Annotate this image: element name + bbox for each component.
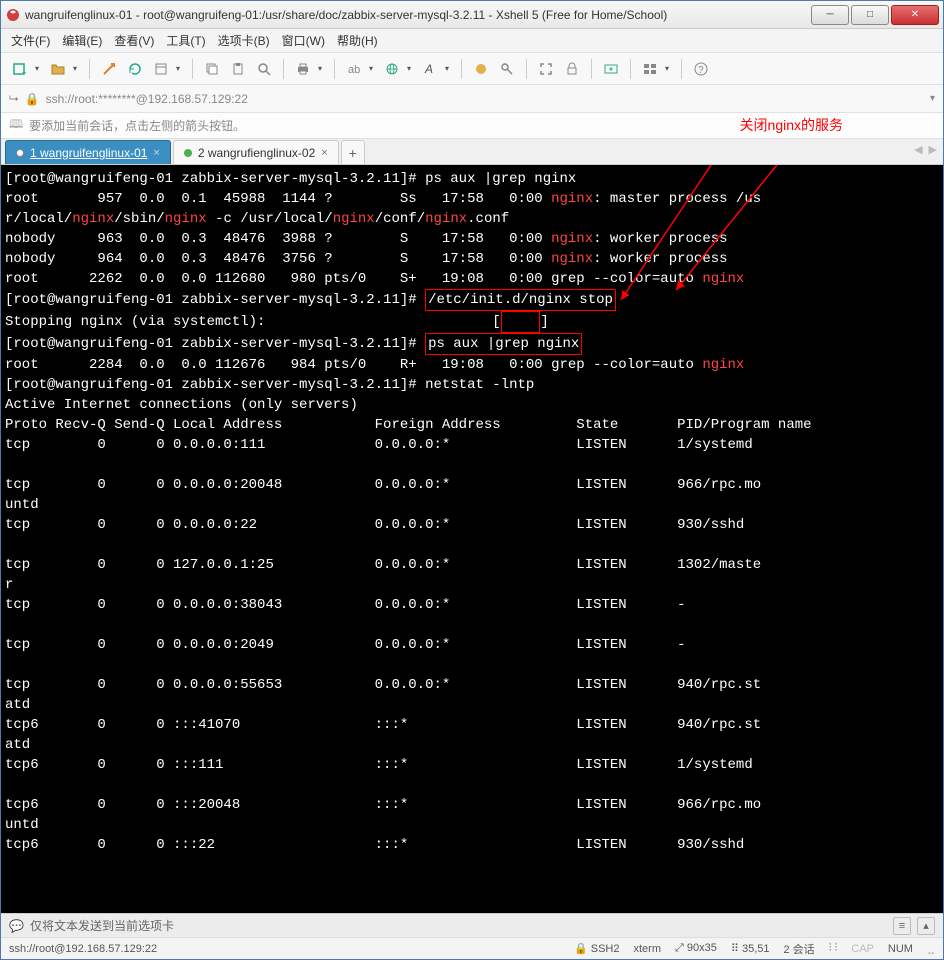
compose-icon[interactable]: 💬	[9, 919, 24, 933]
lock-icon[interactable]	[561, 58, 583, 80]
terminal-output[interactable]: [root@wangruifeng-01 zabbix-server-mysql…	[1, 165, 943, 913]
status-bar: ssh://root@192.168.57.129:22 🔒 SSH2 xter…	[1, 937, 943, 959]
info-bar: 🕮 要添加当前会话，点击左侧的箭头按钮。 关闭nginx的服务	[1, 113, 943, 139]
font-icon[interactable]: ab	[343, 58, 365, 80]
layout-icon[interactable]	[639, 58, 661, 80]
status-connection: ssh://root@192.168.57.129:22	[9, 943, 157, 955]
menu-file[interactable]: 文件(F)	[11, 32, 50, 49]
status-ssh: 🔒 SSH2	[574, 942, 620, 955]
tab-nav: ◀ ▶	[914, 143, 937, 156]
maximize-button[interactable]: □	[851, 5, 889, 25]
compose-expand-icon[interactable]: ▴	[917, 917, 935, 935]
status-num: NUM	[888, 943, 913, 955]
address-bar: ⮡ 🔒 ssh://root:********@192.168.57.129:2…	[1, 85, 943, 113]
tab-session-1[interactable]: 1 wangruifenglinux-01 ×	[5, 140, 171, 164]
tab-prev-icon[interactable]: ◀	[914, 143, 922, 156]
globe-icon[interactable]	[381, 58, 403, 80]
svg-text:ab: ab	[348, 64, 360, 76]
svg-text:A: A	[424, 62, 433, 76]
titlebar[interactable]: wangruifenglinux-01 - root@wangruifeng-0…	[1, 1, 943, 29]
menu-tools[interactable]: 工具(T)	[166, 32, 205, 49]
status-sessions: 2 会话	[784, 941, 815, 957]
fullscreen-icon[interactable]	[535, 58, 557, 80]
connect-icon[interactable]	[98, 58, 120, 80]
menu-window[interactable]: 窗口(W)	[282, 32, 325, 49]
find-icon[interactable]	[253, 58, 275, 80]
address-text[interactable]: ssh://root:********@192.168.57.129:22	[46, 92, 924, 106]
app-window: wangruifenglinux-01 - root@wangruifeng-0…	[0, 0, 944, 960]
reconnect-icon[interactable]	[124, 58, 146, 80]
app-icon	[5, 7, 21, 23]
open-icon[interactable]	[47, 58, 69, 80]
tab-bar: 1 wangruifenglinux-01 × 2 wangrufienglin…	[1, 139, 943, 165]
menubar: 文件(F) 编辑(E) 查看(V) 工具(T) 选项卡(B) 窗口(W) 帮助(…	[1, 29, 943, 53]
minimize-button[interactable]: ─	[811, 5, 849, 25]
tab-status-icon	[184, 149, 192, 157]
cmd-grep-box: ps aux |grep nginx	[425, 333, 582, 355]
lock-icon: 🔒	[25, 92, 40, 106]
paste-icon[interactable]	[227, 58, 249, 80]
menu-edit[interactable]: 编辑(E)	[62, 32, 102, 49]
tab-session-2[interactable]: 2 wangrufienglinux-02 ×	[173, 140, 339, 164]
info-text: 要添加当前会话，点击左侧的箭头按钮。	[29, 117, 245, 134]
close-button[interactable]: ✕	[891, 5, 939, 25]
tab-close-icon[interactable]: ×	[153, 147, 159, 159]
svg-text:?: ?	[698, 65, 704, 76]
status-term: xterm	[634, 943, 662, 955]
status-caps: CAP	[851, 943, 874, 955]
tab-label: 1 wangruifenglinux-01	[30, 146, 147, 160]
annotation-text: 关闭nginx的服务	[740, 115, 843, 135]
print-icon[interactable]	[292, 58, 314, 80]
tab-close-icon[interactable]: ×	[321, 147, 327, 159]
toolbar: +▾ ▾ ▾ ▾ ab▾ ▾ A▾ ▾ ?	[1, 53, 943, 85]
properties-icon[interactable]	[150, 58, 172, 80]
status-grip-icon[interactable]: ⣀	[927, 942, 935, 955]
svg-text:+: +	[22, 68, 27, 77]
bookmark-add-icon[interactable]: 🕮	[9, 115, 23, 136]
font-style-icon[interactable]: A	[419, 58, 441, 80]
menu-view[interactable]: 查看(V)	[114, 32, 154, 49]
key-icon[interactable]	[496, 58, 518, 80]
status-size: ⤢ 90x35	[675, 942, 717, 955]
compose-bar: 💬 仅将文本发送到当前选项卡 ≡ ▴	[1, 913, 943, 937]
menu-help[interactable]: 帮助(H)	[337, 32, 378, 49]
tab-next-icon[interactable]: ▶	[929, 143, 937, 156]
addr-arrow-icon[interactable]: ⮡	[9, 91, 19, 106]
xftp-icon[interactable]	[600, 58, 622, 80]
addr-dropdown-icon[interactable]: ▾	[930, 93, 935, 104]
status-cursor: ⠿ 35,51	[731, 942, 770, 955]
help-icon[interactable]: ?	[690, 58, 712, 80]
menu-tab[interactable]: 选项卡(B)	[218, 32, 270, 49]
script-icon[interactable]	[470, 58, 492, 80]
cmd-stop-box: /etc/init.d/nginx stop	[425, 289, 616, 311]
copy-icon[interactable]	[201, 58, 223, 80]
window-title: wangruifenglinux-01 - root@wangruifeng-0…	[25, 8, 811, 22]
compose-menu-icon[interactable]: ≡	[893, 917, 911, 935]
ok-box	[501, 311, 541, 333]
tab-add-button[interactable]: +	[341, 140, 365, 164]
tab-label: 2 wangrufienglinux-02	[198, 146, 315, 160]
new-tab-icon[interactable]: +	[9, 58, 31, 80]
tab-status-icon	[16, 149, 24, 157]
compose-label: 仅将文本发送到当前选项卡	[30, 917, 174, 934]
status-sep: ⫶ ⫶	[829, 942, 838, 955]
